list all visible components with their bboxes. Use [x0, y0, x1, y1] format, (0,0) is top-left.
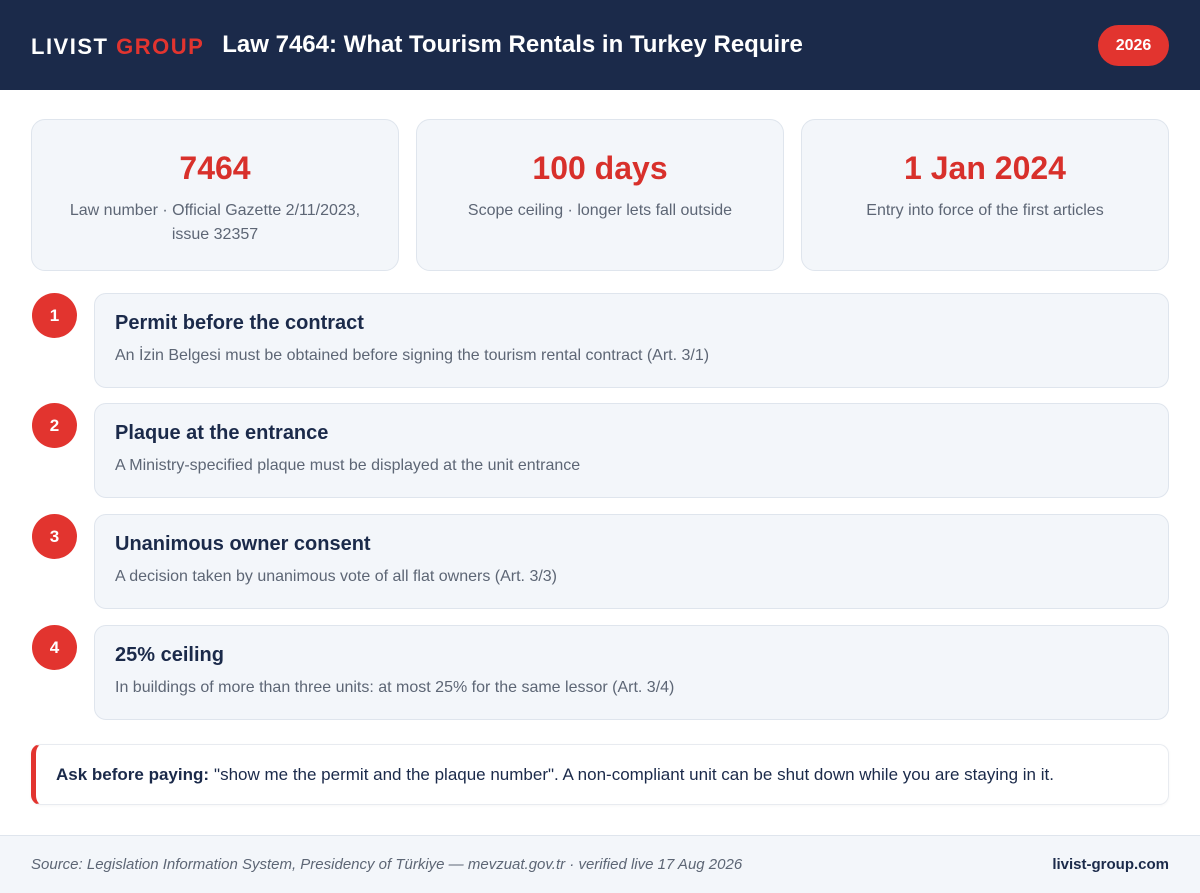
step-number-badge: 3 [32, 514, 77, 559]
step-number-badge: 1 [32, 293, 77, 338]
step-title: Permit before the contract [115, 312, 364, 334]
step-description: An İzin Belgesi must be obtained before … [115, 347, 710, 364]
stat-card-law-number: 7464 Law number · Official Gazette 2/11/… [31, 119, 399, 271]
stat-value: 1 Jan 2024 [904, 150, 1066, 186]
stat-label: Law number · Official Gazette 2/11/2023,… [69, 202, 361, 243]
step-description: In buildings of more than three units: a… [115, 679, 675, 696]
step-title: Plaque at the entrance [115, 422, 329, 444]
stat-value: 100 days [532, 150, 668, 186]
step-card-plaque: Plaque at the entrance A Ministry-specif… [94, 403, 1169, 498]
stat-card-entry-date: 1 Jan 2024 Entry into force of the first… [801, 119, 1169, 271]
stat-value: 7464 [179, 150, 251, 186]
callout-lead: Ask before paying: [56, 764, 210, 784]
page-title: Law 7464: What Tourism Rentals in Turkey… [222, 31, 803, 58]
source-note: Source: Legislation Information System, … [31, 856, 743, 873]
step-title: Unanimous owner consent [115, 533, 371, 555]
brand-logo[interactable]: LIVIST GROUP [31, 34, 204, 60]
footer-bar: Source: Legislation Information System, … [0, 835, 1200, 893]
stat-card-scope: 100 days Scope ceiling · longer lets fal… [416, 119, 784, 271]
brand-primary: LIVIST [31, 34, 109, 59]
header-bar: LIVIST GROUP Law 7464: What Tourism Rent… [0, 0, 1200, 90]
step-card-ceiling: 25% ceiling In buildings of more than th… [94, 625, 1169, 720]
step-title: 25% ceiling [115, 644, 224, 666]
stat-label: Scope ceiling · longer lets fall outside [467, 202, 733, 219]
callout-text: "show me the permit and the plaque numbe… [214, 764, 1054, 784]
step-card-permit: Permit before the contract An İzin Belge… [94, 293, 1169, 388]
step-card-consent: Unanimous owner consent A decision taken… [94, 514, 1169, 609]
website-link[interactable]: livist-group.com [1052, 856, 1169, 873]
step-description: A Ministry-specified plaque must be disp… [115, 457, 581, 474]
step-number-badge: 4 [32, 625, 77, 670]
step-number-badge: 2 [32, 403, 77, 448]
brand-accent: GROUP [116, 34, 205, 59]
step-description: A decision taken by unanimous vote of al… [115, 568, 558, 585]
year-badge: 2026 [1098, 25, 1169, 66]
stat-label: Entry into force of the first articles [866, 202, 1104, 219]
callout-box: Ask before paying: "show me the permit a… [31, 744, 1169, 805]
